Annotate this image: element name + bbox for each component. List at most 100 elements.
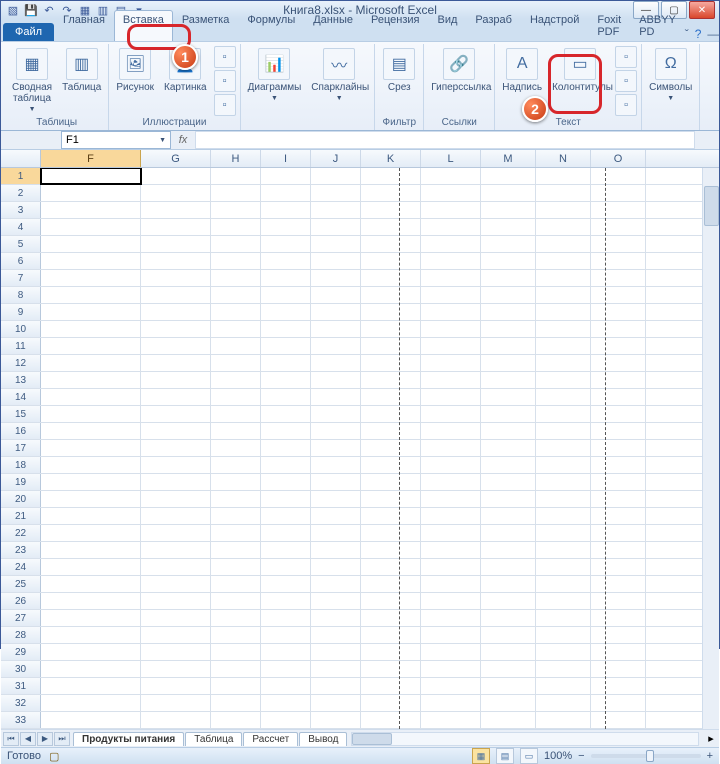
cell[interactable]: [481, 304, 536, 320]
row-header[interactable]: 22: [1, 525, 41, 541]
cell[interactable]: [361, 389, 421, 405]
cell[interactable]: [41, 712, 141, 728]
cell[interactable]: [41, 525, 141, 541]
cell[interactable]: [536, 525, 591, 541]
cell[interactable]: [211, 355, 261, 371]
cell[interactable]: [141, 559, 211, 575]
cell[interactable]: [591, 525, 646, 541]
pivot-table-button[interactable]: ▦Сводная таблица▼: [9, 46, 55, 115]
cell[interactable]: [311, 168, 361, 184]
cell[interactable]: [421, 304, 481, 320]
cell[interactable]: [421, 559, 481, 575]
cell[interactable]: [261, 389, 311, 405]
cell[interactable]: [311, 610, 361, 626]
cell[interactable]: [311, 253, 361, 269]
charts-button[interactable]: 📊Диаграммы▼: [245, 46, 305, 104]
object-button[interactable]: ▫: [615, 94, 637, 116]
cell[interactable]: [141, 236, 211, 252]
row-header[interactable]: 31: [1, 678, 41, 694]
cell[interactable]: [311, 508, 361, 524]
cell[interactable]: [211, 406, 261, 422]
cell[interactable]: [141, 423, 211, 439]
cell[interactable]: [41, 389, 141, 405]
cell[interactable]: [591, 185, 646, 201]
cell[interactable]: [481, 372, 536, 388]
cell[interactable]: [536, 593, 591, 609]
column-header[interactable]: G: [141, 150, 211, 167]
row-header[interactable]: 18: [1, 457, 41, 473]
cell[interactable]: [41, 559, 141, 575]
cell[interactable]: [141, 508, 211, 524]
cell[interactable]: [421, 423, 481, 439]
cell[interactable]: [536, 389, 591, 405]
cell[interactable]: [261, 287, 311, 303]
cell[interactable]: [41, 338, 141, 354]
cell[interactable]: [211, 253, 261, 269]
cell[interactable]: [591, 253, 646, 269]
cell[interactable]: [421, 355, 481, 371]
cell[interactable]: [261, 236, 311, 252]
cell[interactable]: [481, 440, 536, 456]
formula-input[interactable]: [195, 131, 695, 149]
cell[interactable]: [141, 491, 211, 507]
cell[interactable]: [211, 236, 261, 252]
tab-foxit pdf[interactable]: Foxit PDF: [588, 10, 630, 41]
cell[interactable]: [421, 695, 481, 711]
cell[interactable]: [141, 406, 211, 422]
sheet-nav-button[interactable]: ▶: [37, 732, 53, 746]
cell[interactable]: [41, 695, 141, 711]
cell[interactable]: [41, 202, 141, 218]
cell[interactable]: [361, 593, 421, 609]
cell[interactable]: [421, 542, 481, 558]
column-header[interactable]: L: [421, 150, 481, 167]
cell[interactable]: [141, 338, 211, 354]
cell[interactable]: [311, 576, 361, 592]
cell[interactable]: [311, 491, 361, 507]
sheet-tab[interactable]: Продукты питания: [73, 732, 184, 746]
cell[interactable]: [41, 287, 141, 303]
sparklines-button[interactable]: 〰Спарклайны▼: [308, 46, 370, 104]
cell[interactable]: [311, 389, 361, 405]
cell[interactable]: [311, 321, 361, 337]
scroll-right-icon[interactable]: ▸: [703, 732, 719, 745]
cell[interactable]: [361, 202, 421, 218]
cell[interactable]: [591, 236, 646, 252]
cell[interactable]: [361, 168, 421, 184]
cell[interactable]: [481, 644, 536, 660]
cell[interactable]: [211, 508, 261, 524]
sigline-button[interactable]: ▫: [615, 70, 637, 92]
cell[interactable]: [481, 406, 536, 422]
cell[interactable]: [591, 389, 646, 405]
cell[interactable]: [261, 661, 311, 677]
cell[interactable]: [481, 474, 536, 490]
cell[interactable]: [211, 576, 261, 592]
chevron-down-icon[interactable]: ▼: [159, 137, 166, 144]
cell[interactable]: [361, 542, 421, 558]
cell[interactable]: [361, 185, 421, 201]
cell[interactable]: [361, 219, 421, 235]
cell[interactable]: [211, 389, 261, 405]
row-header[interactable]: 12: [1, 355, 41, 371]
symbols-button[interactable]: ΩСимволы▼: [646, 46, 695, 104]
cell[interactable]: [361, 678, 421, 694]
cell[interactable]: [211, 185, 261, 201]
tab-рецензия[interactable]: Рецензия: [362, 10, 429, 41]
cell[interactable]: [361, 287, 421, 303]
cell[interactable]: [591, 304, 646, 320]
cell[interactable]: [41, 304, 141, 320]
cell[interactable]: [141, 610, 211, 626]
cell[interactable]: [211, 440, 261, 456]
row-header[interactable]: 24: [1, 559, 41, 575]
row-header[interactable]: 17: [1, 440, 41, 456]
cell[interactable]: [261, 253, 311, 269]
cell[interactable]: [361, 559, 421, 575]
cell[interactable]: [591, 644, 646, 660]
cell[interactable]: [421, 712, 481, 728]
cell[interactable]: [261, 185, 311, 201]
cell[interactable]: [591, 610, 646, 626]
cell[interactable]: [481, 389, 536, 405]
cell[interactable]: [261, 423, 311, 439]
row-header[interactable]: 2: [1, 185, 41, 201]
macro-record-icon[interactable]: ▢: [49, 750, 59, 763]
cell[interactable]: [536, 576, 591, 592]
